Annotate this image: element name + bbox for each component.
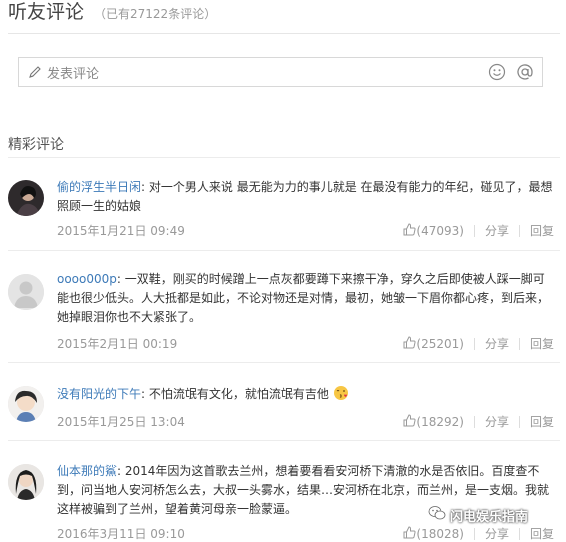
share-button[interactable]: 分享 <box>485 222 509 239</box>
comment-username[interactable]: 仙本那的鯊 <box>57 464 117 478</box>
watermark-text: 闪电娱乐指南 <box>450 509 529 525</box>
comment-date: 2016年3月11日 09:10 <box>57 527 185 541</box>
like-count: (18028) <box>416 526 464 541</box>
comment-username[interactable]: oooo000p <box>57 272 117 286</box>
action-separator <box>518 527 520 540</box>
action-separator <box>518 224 520 237</box>
watermark: 闪电娱乐指南 <box>428 505 528 525</box>
share-button[interactable]: 分享 <box>485 525 509 542</box>
comment-body: 偷的浮生半日闲: 对一个男人来说 最无能为力的事儿就是 在最没有能力的年纪，碰见… <box>57 180 553 213</box>
comments-header: 听友评论 （已有27122条评论） <box>8 0 216 28</box>
action-separator <box>473 415 475 428</box>
action-separator <box>518 337 520 350</box>
comment-body: oooo000p: 一双鞋，刚买的时候蹭上一点灰都要蹲下来擦干净，穿久之后即使被… <box>57 272 550 324</box>
smiley-icon[interactable] <box>486 61 508 83</box>
comment-divider <box>8 440 560 441</box>
comment-input-placeholder: 发表评论 <box>47 66 100 82</box>
like-button[interactable]: (47093) <box>403 222 464 239</box>
avatar[interactable] <box>8 386 44 422</box>
like-button[interactable]: (18292) <box>403 413 464 430</box>
comment-meta: 2016年3月11日 09:10 (18028) 分享 回复 <box>57 525 554 541</box>
comment-body: 没有阳光的下午: 不怕流氓有文化，就怕流氓有吉他 <box>57 385 553 407</box>
pencil-icon <box>25 62 45 82</box>
share-button[interactable]: 分享 <box>485 413 509 430</box>
like-button[interactable]: (18028) <box>403 525 464 542</box>
like-button[interactable]: (25201) <box>403 335 464 352</box>
reply-button[interactable]: 回复 <box>530 222 554 239</box>
like-count: (25201) <box>416 336 464 351</box>
kiss-emoji-icon <box>333 385 349 407</box>
comment-date: 2015年2月1日 00:19 <box>57 337 178 351</box>
reply-button[interactable]: 回复 <box>530 525 554 542</box>
comment-date: 2015年1月21日 09:49 <box>57 224 185 238</box>
like-count: (18292) <box>416 414 464 429</box>
comment-text: 一双鞋，刚买的时候蹭上一点灰都要蹲下来擦干净，穿久之后即使被人踩一脚可能也很少低… <box>57 272 550 324</box>
comment-date: 2015年1月25日 13:04 <box>57 415 185 429</box>
avatar[interactable] <box>8 464 44 500</box>
comments-title: 听友评论 <box>8 1 85 23</box>
comment-input[interactable]: 发表评论 <box>18 57 543 87</box>
avatar[interactable] <box>8 180 44 216</box>
action-separator <box>473 337 475 350</box>
reply-button[interactable]: 回复 <box>530 335 554 352</box>
reply-button[interactable]: 回复 <box>530 413 554 430</box>
thumbs-up-icon <box>403 222 416 239</box>
avatar[interactable] <box>8 274 44 310</box>
action-separator <box>473 224 475 237</box>
wechat-icon <box>428 505 446 525</box>
action-separator <box>473 527 475 540</box>
comment-divider <box>8 250 560 251</box>
thumbs-up-icon <box>403 525 416 542</box>
thumbs-up-icon <box>403 413 416 430</box>
thumbs-up-icon <box>403 335 416 352</box>
comment-username[interactable]: 没有阳光的下午 <box>57 387 141 401</box>
comment-meta: 2015年1月21日 09:49 (47093) 分享 回复 <box>57 222 554 238</box>
share-button[interactable]: 分享 <box>485 335 509 352</box>
at-icon[interactable] <box>514 61 536 83</box>
section-divider <box>8 157 560 158</box>
action-separator <box>518 415 520 428</box>
section-title: 精彩评论 <box>8 137 64 153</box>
comments-count: （已有27122条评论） <box>94 7 217 21</box>
comment-text: 不怕流氓有文化，就怕流氓有吉他 <box>148 387 329 401</box>
header-divider <box>8 33 560 34</box>
comment-meta: 2015年2月1日 00:19 (25201) 分享 回复 <box>57 335 554 351</box>
comment-username[interactable]: 偷的浮生半日闲 <box>57 180 141 194</box>
comments-panel: 听友评论 （已有27122条评论） 发表评论 精彩评论 偷的浮生半日闲: 对一个… <box>0 0 566 542</box>
like-count: (47093) <box>416 223 464 238</box>
comment-meta: 2015年1月25日 13:04 (18292) 分享 回复 <box>57 413 554 429</box>
comment-divider <box>8 362 560 363</box>
